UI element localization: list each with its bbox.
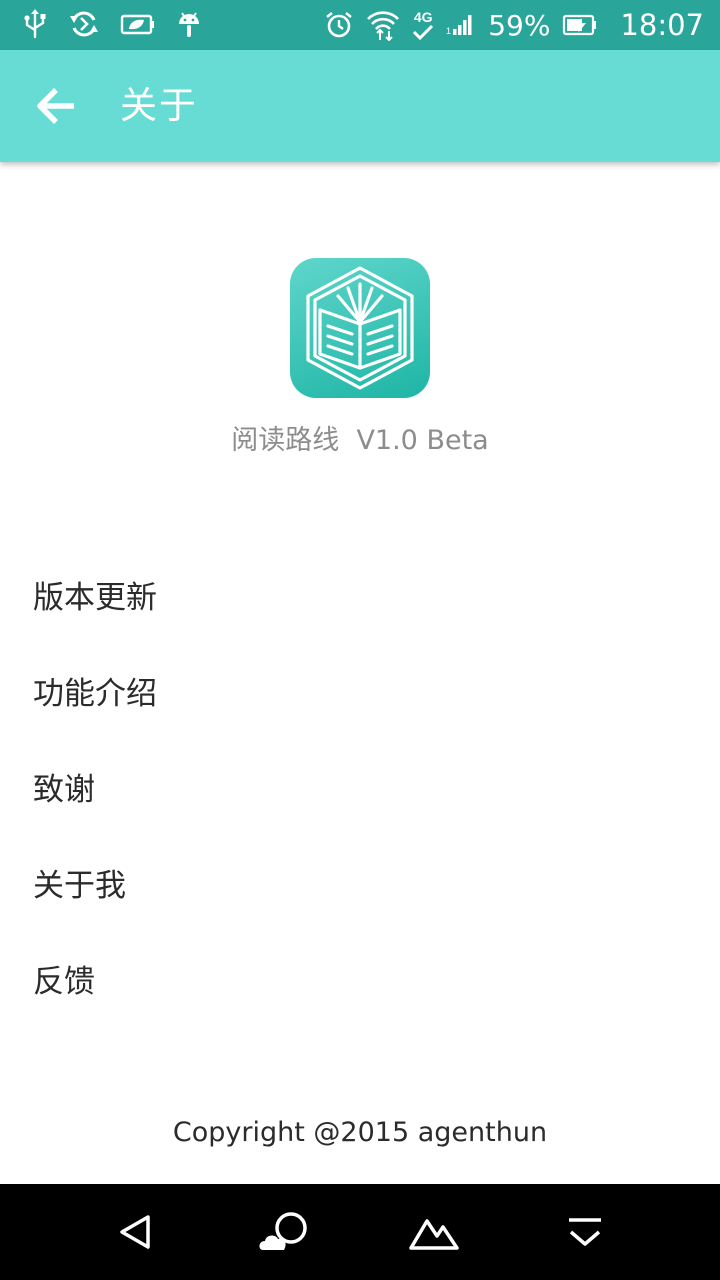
menu-item-feedback[interactable]: 反馈: [0, 934, 720, 1030]
nav-home-button[interactable]: [255, 1208, 315, 1256]
menu-item-features[interactable]: 功能介绍: [0, 646, 720, 742]
battery-saver-icon: [120, 14, 154, 35]
navigation-bar: [0, 1184, 720, 1280]
back-triangle-icon: [120, 1215, 150, 1249]
home-cloud-icon: [259, 1212, 307, 1250]
alarm-icon: [326, 11, 352, 38]
app-bar: 关于: [0, 50, 720, 162]
wifi-icon: [367, 11, 400, 41]
menu-item-about-me[interactable]: 关于我: [0, 838, 720, 934]
battery-percent: 59%: [488, 8, 551, 42]
page-title: 关于: [120, 84, 198, 127]
nav-recents-button[interactable]: [405, 1208, 465, 1256]
signal-icon: 1: [446, 15, 472, 36]
arrow-back-icon: [37, 88, 74, 124]
menu-item-acknowledgements[interactable]: 致谢: [0, 742, 720, 838]
dropdown-chevron-icon: [569, 1218, 601, 1246]
nav-back-button[interactable]: [105, 1208, 165, 1256]
battery-charging-icon: [563, 14, 597, 36]
usb-icon: [24, 9, 46, 39]
back-button[interactable]: [26, 80, 86, 132]
status-bar-system: 4G 1 59% 18:07: [324, 0, 704, 50]
recents-mountain-icon: [409, 1219, 459, 1250]
menu-list: 版本更新 功能介绍 致谢 关于我 反馈: [0, 550, 720, 1030]
open-book-hexagon-icon: [306, 266, 414, 390]
status-bar: 4G 1 59% 18:07: [0, 0, 720, 50]
nav-dropdown-button[interactable]: [555, 1208, 615, 1256]
app-name-version: 阅读路线 V1.0 Beta: [231, 425, 489, 456]
android-icon: [179, 12, 199, 37]
copyright-text: Copyright @2015 agenthun: [172, 1117, 548, 1148]
sync-icon: [70, 11, 98, 37]
svg-text:1: 1: [446, 26, 451, 36]
status-bar-notifications: [22, 8, 202, 40]
network-4g-icon: 4G: [412, 10, 434, 40]
menu-item-version-update[interactable]: 版本更新: [0, 550, 720, 646]
app-logo: [290, 258, 430, 398]
clock: 18:07: [620, 8, 704, 42]
